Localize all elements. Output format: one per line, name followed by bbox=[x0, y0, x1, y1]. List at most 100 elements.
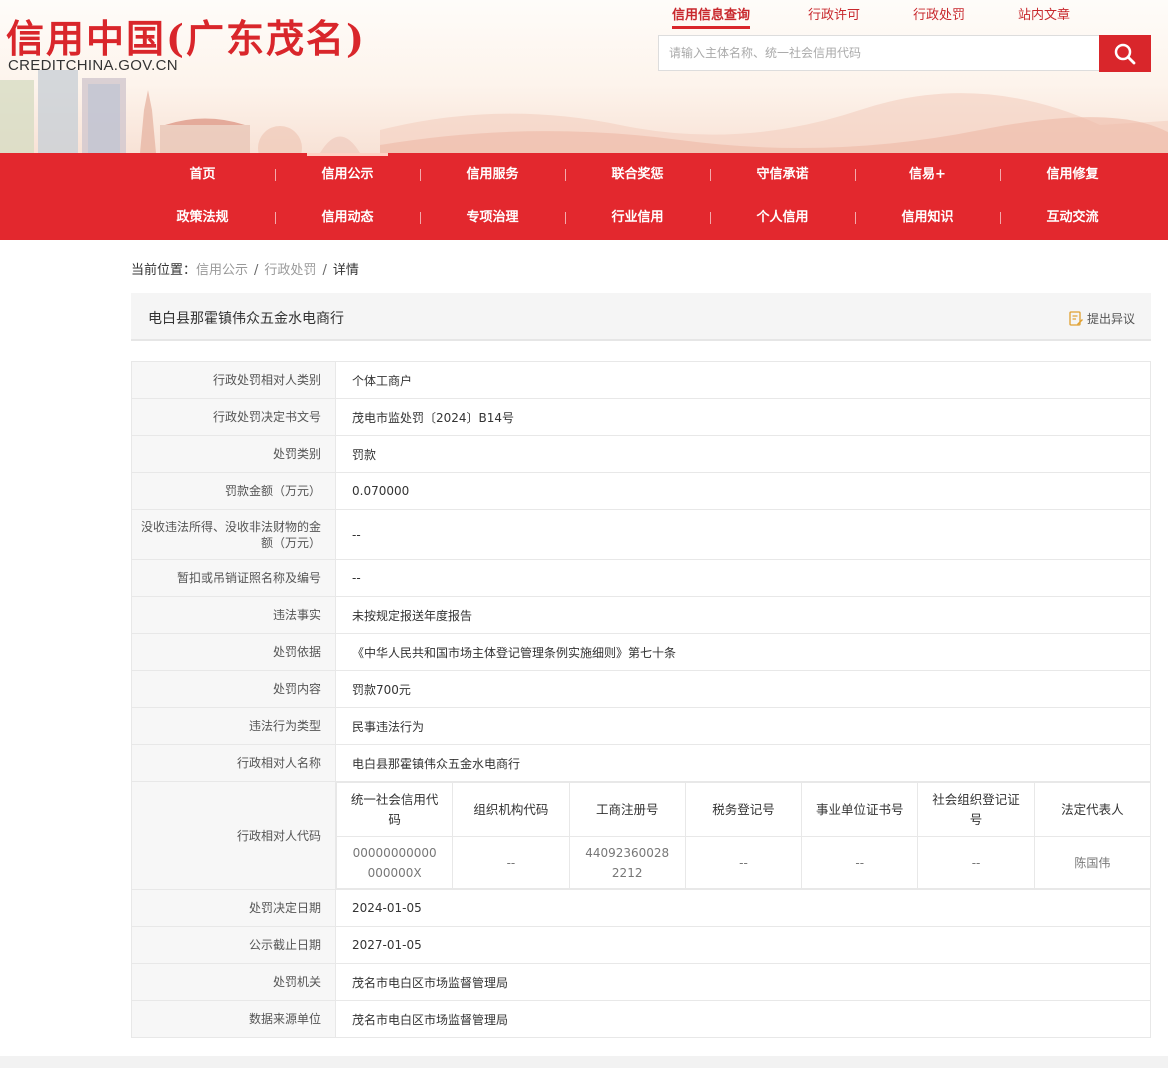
detail-value: 2024-01-05 bbox=[335, 889, 1151, 927]
detail-row: 公示截止日期 2027-01-05 bbox=[131, 926, 1151, 964]
detail-value: 0.070000 bbox=[335, 472, 1151, 510]
codes-table: 统一社会信用代码 组织机构代码 工商注册号 税务登记号 事业单位证书号 社会组织… bbox=[335, 782, 1152, 889]
codes-value: -- bbox=[801, 836, 919, 889]
detail-row: 处罚依据 《中华人民共和国市场主体登记管理条例实施细则》第七十条 bbox=[131, 633, 1151, 671]
detail-row: 行政相对人名称 电白县那霍镇伟众五金水电商行 bbox=[131, 744, 1151, 782]
detail-row: 暂扣或吊销证照名称及编号 -- bbox=[131, 559, 1151, 597]
raise-objection-label: 提出异议 bbox=[1086, 312, 1135, 326]
detail-label: 罚款金额（万元） bbox=[131, 472, 336, 510]
codes-header: 组织机构代码 bbox=[452, 782, 570, 837]
nav-credit-repair[interactable]: 信用修复 bbox=[1000, 153, 1145, 196]
nav-policy-regulation[interactable]: 政策法规 bbox=[130, 196, 275, 239]
detail-label: 行政处罚相对人类别 bbox=[131, 361, 336, 399]
detail-label: 处罚机关 bbox=[131, 963, 336, 1001]
detail-row: 行政处罚决定书文号 茂电市监处罚〔2024〕B14号 bbox=[131, 398, 1151, 436]
detail-value: 未按规定报送年度报告 bbox=[335, 596, 1151, 634]
detail-value: -- bbox=[335, 559, 1151, 597]
search-icon bbox=[1114, 43, 1136, 64]
breadcrumb-separator: / bbox=[322, 263, 327, 278]
breadcrumb-separator: / bbox=[254, 263, 259, 278]
search-input[interactable] bbox=[659, 36, 1099, 70]
detail-row: 数据来源单位 茂名市电白区市场监督管理局 bbox=[131, 1000, 1151, 1038]
nav-credit-knowledge[interactable]: 信用知识 bbox=[855, 196, 1000, 239]
detail-value: 罚款 bbox=[335, 435, 1151, 473]
raise-objection-button[interactable]: 提出异议 bbox=[1069, 310, 1135, 327]
main-nav: 首页 信用公示 信用服务 联合奖惩 守信承诺 信易+ 信用修复 政策法规 信用动… bbox=[0, 153, 1168, 240]
city-skyline-illustration bbox=[0, 70, 360, 153]
detail-row: 违法行为类型 民事违法行为 bbox=[131, 707, 1151, 745]
detail-value: 茂名市电白区市场监督管理局 bbox=[335, 963, 1151, 1001]
entity-name-title: 电白县那霍镇伟众五金水电商行 bbox=[148, 311, 344, 327]
detail-label: 行政相对人代码 bbox=[131, 781, 336, 890]
top-links: 信用信息查询 行政许可 行政处罚 站内文章 bbox=[640, 4, 1100, 29]
search-box bbox=[658, 35, 1100, 71]
codes-value-row: 00000000000000000X -- 440923600282212 --… bbox=[335, 836, 1152, 889]
nav-row-secondary: 政策法规 信用动态 专项治理 行业信用 个人信用 信用知识 互动交流 bbox=[130, 196, 1148, 239]
detail-value: -- bbox=[335, 509, 1151, 560]
nav-joint-reward-punish[interactable]: 联合奖惩 bbox=[565, 153, 710, 196]
codes-value: -- bbox=[452, 836, 570, 889]
codes-header: 税务登记号 bbox=[684, 782, 803, 837]
top-link-admin-penalty[interactable]: 行政处罚 bbox=[913, 4, 965, 23]
breadcrumb-admin-penalty[interactable]: 行政处罚 bbox=[264, 263, 316, 278]
nav-credit-commitment[interactable]: 守信承诺 bbox=[710, 153, 855, 196]
nav-industry-credit[interactable]: 行业信用 bbox=[565, 196, 710, 239]
codes-value: 陈国伟 bbox=[1033, 836, 1152, 889]
penalty-detail-table: 行政处罚相对人类别 个体工商户 行政处罚决定书文号 茂电市监处罚〔2024〕B1… bbox=[131, 361, 1152, 1038]
nav-credit-publicity[interactable]: 信用公示 bbox=[275, 153, 420, 196]
breadcrumb-current: 详情 bbox=[332, 263, 359, 278]
codes-header: 统一社会信用代码 bbox=[335, 782, 454, 837]
nav-home[interactable]: 首页 bbox=[130, 153, 275, 196]
detail-label: 违法事实 bbox=[131, 596, 336, 634]
detail-label: 处罚类别 bbox=[131, 435, 336, 473]
codes-value: 00000000000000000X bbox=[335, 836, 454, 889]
site-header: 信用中国(广东茂名) CREDITCHINA.GOV.CN 信用信息查询 行政许… bbox=[0, 0, 1168, 153]
breadcrumb-credit-publicity[interactable]: 信用公示 bbox=[196, 263, 248, 278]
codes-header: 社会组织登记证号 bbox=[917, 782, 1035, 837]
detail-row-codes: 行政相对人代码 统一社会信用代码 组织机构代码 工商注册号 税务登记号 事业单位… bbox=[131, 781, 1152, 890]
detail-label: 行政相对人名称 bbox=[131, 744, 336, 782]
detail-value: 个体工商户 bbox=[335, 361, 1151, 399]
detail-label: 违法行为类型 bbox=[131, 707, 336, 745]
detail-row: 处罚类别 罚款 bbox=[131, 435, 1151, 473]
detail-row: 违法事实 未按规定报送年度报告 bbox=[131, 596, 1151, 634]
nav-special-governance[interactable]: 专项治理 bbox=[420, 196, 565, 239]
codes-header: 工商注册号 bbox=[568, 782, 686, 837]
detail-row: 罚款金额（万元） 0.070000 bbox=[131, 472, 1151, 510]
detail-label: 数据来源单位 bbox=[131, 1000, 336, 1038]
edit-icon bbox=[1069, 311, 1083, 326]
detail-value: 茂名市电白区市场监督管理局 bbox=[335, 1000, 1151, 1038]
detail-label: 公示截止日期 bbox=[131, 926, 336, 964]
codes-header: 法定代表人 bbox=[1033, 782, 1152, 837]
codes-header: 事业单位证书号 bbox=[801, 782, 919, 837]
detail-row: 处罚决定日期 2024-01-05 bbox=[131, 889, 1151, 927]
nav-credit-news[interactable]: 信用动态 bbox=[275, 196, 420, 239]
detail-value: 2027-01-05 bbox=[335, 926, 1151, 964]
codes-value: -- bbox=[917, 836, 1035, 889]
top-link-site-articles[interactable]: 站内文章 bbox=[1018, 4, 1070, 23]
footer-strip bbox=[0, 1056, 1168, 1068]
codes-header-row: 统一社会信用代码 组织机构代码 工商注册号 税务登记号 事业单位证书号 社会组织… bbox=[335, 782, 1152, 837]
codes-cell: 统一社会信用代码 组织机构代码 工商注册号 税务登记号 事业单位证书号 社会组织… bbox=[335, 781, 1152, 890]
nav-interaction[interactable]: 互动交流 bbox=[1000, 196, 1145, 239]
site-logo-title[interactable]: 信用中国(广东茂名) bbox=[6, 8, 366, 63]
top-link-credit-query[interactable]: 信用信息查询 bbox=[672, 4, 751, 29]
detail-value: 罚款700元 bbox=[335, 670, 1151, 708]
detail-label: 没收违法所得、没收非法财物的金额（万元） bbox=[131, 509, 336, 560]
detail-value: 电白县那霍镇伟众五金水电商行 bbox=[335, 744, 1151, 782]
entity-title-bar: 电白县那霍镇伟众五金水电商行 提出异议 bbox=[131, 293, 1151, 341]
top-link-admin-license[interactable]: 行政许可 bbox=[808, 4, 860, 23]
search-button[interactable] bbox=[1099, 35, 1151, 72]
detail-row: 没收违法所得、没收非法财物的金额（万元） -- bbox=[131, 509, 1151, 560]
detail-row: 处罚内容 罚款700元 bbox=[131, 670, 1151, 708]
detail-label: 行政处罚决定书文号 bbox=[131, 398, 336, 436]
breadcrumb-prefix: 当前位置： bbox=[131, 263, 197, 278]
nav-row-primary: 首页 信用公示 信用服务 联合奖惩 守信承诺 信易+ 信用修复 bbox=[130, 153, 1148, 196]
codes-value: -- bbox=[684, 836, 803, 889]
detail-value: 《中华人民共和国市场主体登记管理条例实施细则》第七十条 bbox=[335, 633, 1151, 671]
detail-label: 暂扣或吊销证照名称及编号 bbox=[131, 559, 336, 597]
nav-credit-service[interactable]: 信用服务 bbox=[420, 153, 565, 196]
codes-value: 440923600282212 bbox=[568, 836, 686, 889]
nav-personal-credit[interactable]: 个人信用 bbox=[710, 196, 855, 239]
nav-xinyi-plus[interactable]: 信易+ bbox=[855, 153, 1000, 196]
